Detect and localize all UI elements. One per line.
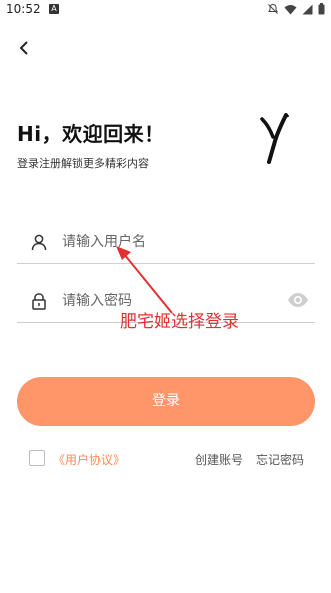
eye-icon[interactable] (287, 292, 309, 308)
signal-icon (302, 4, 313, 14)
wifi-icon (284, 4, 297, 14)
login-button[interactable]: 登录 (17, 377, 315, 426)
username-input[interactable] (62, 231, 272, 253)
mascot-brush-icon (260, 113, 289, 164)
forgot-password-link[interactable]: 忘记密码 (256, 451, 304, 468)
battery-icon (318, 3, 325, 15)
status-icons (267, 3, 325, 15)
create-account-link[interactable]: 创建账号 (195, 451, 243, 468)
back-arrow-icon[interactable] (14, 38, 34, 58)
status-bar: 10:52 A (0, 0, 331, 20)
user-agreement-link[interactable]: 《用户协议》 (53, 451, 125, 468)
page-title: Hi，欢迎回来！ (17, 122, 165, 146)
annotation-text: 肥宅姬选择登录 (120, 312, 239, 332)
page-subtitle: 登录注册解锁更多精彩内容 (17, 157, 149, 170)
user-icon (31, 234, 47, 251)
agreement-checkbox[interactable] (29, 450, 45, 466)
username-field (17, 222, 315, 264)
notification-icon: A (49, 4, 59, 14)
status-time: 10:52 (6, 2, 41, 16)
mute-bell-icon (268, 3, 278, 14)
lock-icon (32, 293, 46, 310)
